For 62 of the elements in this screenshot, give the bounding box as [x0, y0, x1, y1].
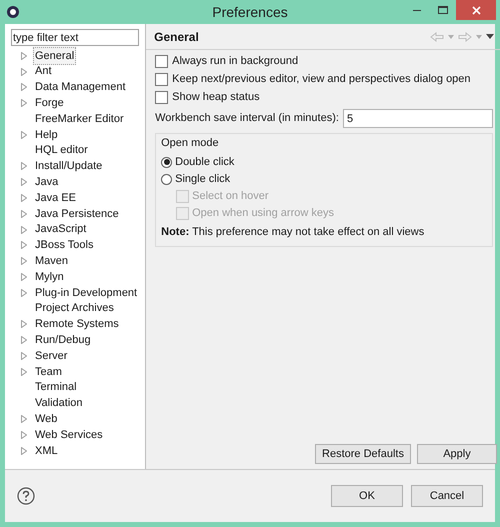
checkbox-label: Select on hover: [192, 188, 269, 204]
page-button[interactable]: Apply: [416, 444, 497, 464]
dropdown-icon[interactable]: [476, 34, 482, 38]
checkbox[interactable]: [155, 54, 168, 68]
expand-arrow-icon[interactable]: [21, 83, 27, 92]
tree-item[interactable]: Server: [33, 346, 70, 366]
expand-arrow-icon[interactable]: [21, 99, 27, 108]
expand-arrow-icon[interactable]: [21, 352, 27, 360]
app-icon: [6, 5, 20, 19]
checkbox[interactable]: [155, 90, 168, 104]
view-menu-icon[interactable]: [486, 34, 494, 39]
dropdown-icon[interactable]: [448, 34, 454, 38]
checkbox[interactable]: [155, 72, 168, 86]
page-title: General: [154, 28, 199, 46]
expand-arrow-icon[interactable]: [21, 241, 27, 250]
checkbox-label: Always run in background: [172, 54, 298, 69]
expand-arrow-icon[interactable]: [21, 130, 27, 139]
window-title: Preferences: [212, 2, 288, 22]
page-button[interactable]: Restore Defaults: [315, 444, 411, 464]
expand-arrow-icon[interactable]: [21, 52, 27, 60]
expand-arrow-icon[interactable]: [21, 273, 27, 282]
back-arrow-icon[interactable]: [430, 32, 444, 42]
radio-button[interactable]: [161, 174, 172, 184]
expand-arrow-icon[interactable]: [21, 288, 27, 297]
interval-field[interactable]: 5: [342, 109, 493, 128]
expand-arrow-icon[interactable]: [21, 178, 27, 186]
tree-item[interactable]: Install/Update: [33, 157, 104, 176]
tree-item[interactable]: Run/Debug: [33, 331, 93, 350]
dialog-button[interactable]: OK: [331, 485, 403, 507]
group-title: Open mode: [161, 136, 220, 151]
tree-item[interactable]: Web Services: [33, 426, 105, 444]
filter-field[interactable]: type filter text: [11, 29, 140, 46]
expand-arrow-icon[interactable]: [21, 368, 27, 376]
tree-item[interactable]: Data Management: [33, 78, 128, 97]
close-icon: [472, 6, 480, 14]
expand-arrow-icon[interactable]: [21, 336, 27, 344]
tree-item[interactable]: JBoss Tools: [33, 236, 96, 255]
expand-arrow-icon[interactable]: [21, 162, 27, 170]
expand-arrow-icon[interactable]: [21, 226, 27, 234]
checkbox-label: Keep next/previous editor, view and perspectives dialog open: [172, 72, 471, 87]
dialog-button[interactable]: Cancel: [411, 485, 483, 507]
forward-arrow-icon[interactable]: [458, 32, 472, 42]
tree-item[interactable]: General: [33, 46, 76, 66]
checkbox-label: Show heap status: [172, 90, 260, 105]
expand-arrow-icon[interactable]: [21, 68, 27, 76]
expand-arrow-icon[interactable]: [21, 194, 27, 202]
tree-item[interactable]: XML: [33, 442, 60, 460]
expand-arrow-icon[interactable]: [21, 320, 27, 328]
expand-arrow-icon[interactable]: [21, 431, 27, 440]
radio-button[interactable]: [161, 156, 172, 168]
expand-arrow-icon[interactable]: [21, 446, 27, 455]
radio-label: Single click: [175, 172, 230, 187]
expand-arrow-icon[interactable]: [21, 210, 27, 218]
interval-label: Workbench save interval (in minutes):: [155, 111, 339, 126]
help-icon[interactable]: [17, 487, 35, 505]
radio-label: Double click: [175, 154, 234, 170]
close-button[interactable]: [456, 0, 496, 20]
expand-arrow-icon[interactable]: [21, 415, 27, 424]
expand-arrow-icon[interactable]: [21, 257, 27, 266]
tree-item[interactable]: Remote Systems: [33, 315, 121, 334]
note-text: Note: This preference may not take effect on all views: [161, 224, 426, 240]
checkbox-label: Open when using arrow keys: [192, 206, 334, 221]
